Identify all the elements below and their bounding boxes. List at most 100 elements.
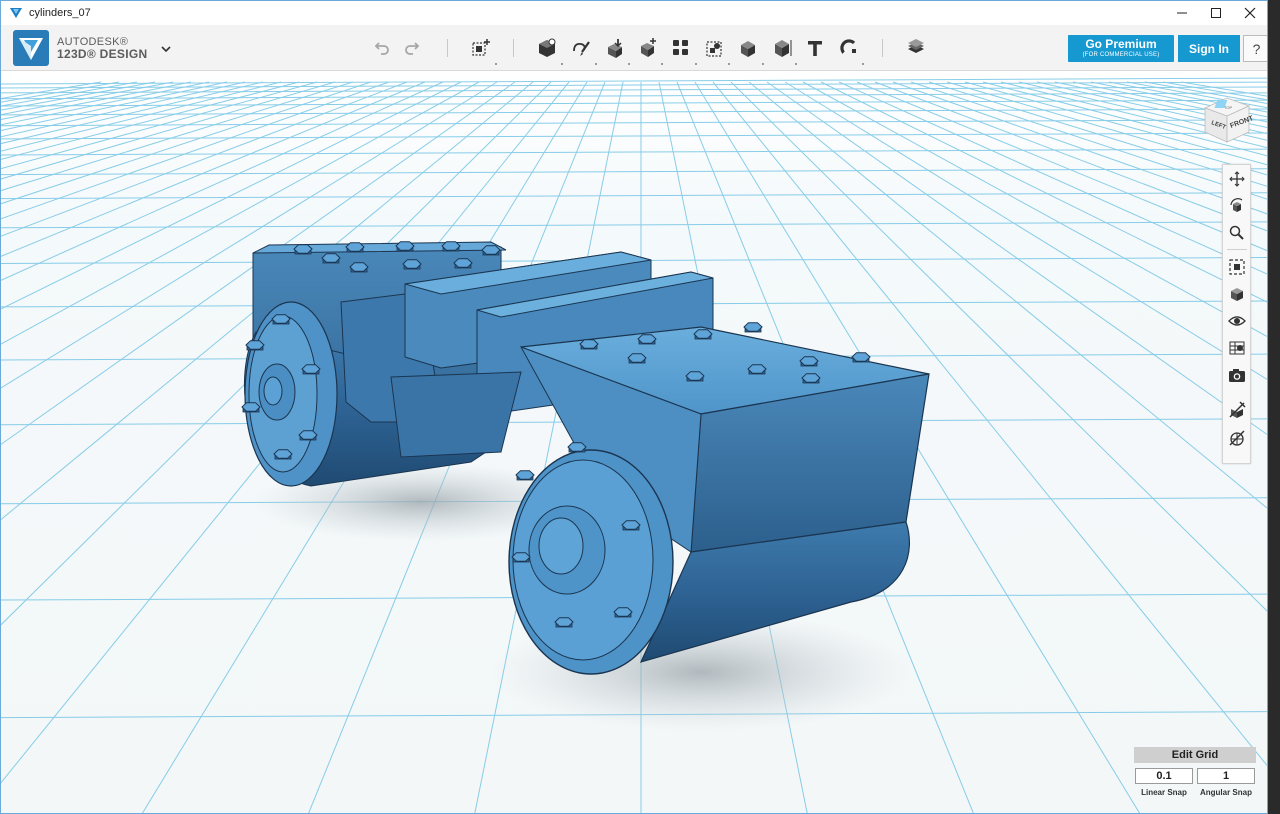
bolt-head — [321, 253, 341, 263]
side-panel-tab[interactable] — [1267, 398, 1268, 522]
dropdown-dot — [495, 63, 497, 65]
zoom-icon[interactable] — [1228, 224, 1246, 242]
dropdown-dot — [862, 63, 864, 65]
bolt-head — [579, 339, 599, 349]
bolt-head — [273, 449, 293, 459]
chevron-down-icon[interactable] — [159, 42, 173, 56]
grid-line — [1, 81, 174, 116]
linear-snap-label: Linear Snap — [1141, 788, 1187, 797]
navbar-separator — [1227, 249, 1247, 250]
undo-icon[interactable] — [370, 37, 392, 59]
grid-line — [946, 81, 1267, 176]
orbit-icon[interactable] — [1228, 197, 1246, 215]
dropdown-dot — [595, 63, 597, 65]
text-icon[interactable] — [804, 37, 826, 59]
materials-icon[interactable] — [905, 37, 927, 59]
grid-settings-panel: Edit Grid 0.1 1 Linear Snap Angular Snap — [1134, 747, 1256, 807]
linear-snap-input[interactable]: 0.1 — [1135, 768, 1193, 784]
bolt-head — [627, 353, 647, 363]
construct-icon[interactable] — [604, 37, 626, 59]
bolt-head — [693, 329, 713, 339]
viewcube-top-label[interactable]: TOP — [1224, 105, 1232, 110]
desktop-background — [1268, 0, 1280, 814]
help-button[interactable]: ? — [1243, 35, 1267, 62]
bolt-head — [301, 364, 321, 374]
pan-icon[interactable] — [1228, 170, 1246, 188]
dropdown-dot — [695, 63, 697, 65]
grid-line — [1, 119, 1267, 127]
bolt-head — [613, 607, 633, 617]
main-toolbar: AUTODESK® 123D® DESIGN Go Premium (FOR C… — [1, 25, 1267, 71]
visibility-icon[interactable] — [1228, 312, 1246, 330]
view-icon[interactable] — [1228, 285, 1246, 303]
close-icon[interactable] — [1233, 1, 1267, 25]
angular-snap-label: Angular Snap — [1199, 788, 1252, 797]
grid-line — [856, 81, 1267, 252]
bolt-head — [395, 241, 415, 251]
window-title: cylinders_07 — [29, 7, 91, 19]
modify-icon[interactable] — [637, 37, 659, 59]
bolt-head — [345, 242, 365, 252]
bolt-head — [402, 259, 422, 269]
grid-line — [874, 81, 1267, 232]
bolt-head — [747, 364, 767, 374]
snap-icon[interactable] — [838, 37, 860, 59]
app-logo-icon[interactable] — [13, 30, 49, 66]
angular-snap-input[interactable]: 1 — [1197, 768, 1255, 784]
grid-line — [1, 81, 210, 126]
bolt-head — [349, 262, 369, 272]
dropdown-dot — [728, 63, 730, 65]
grid-line — [1, 99, 1267, 107]
bolt-head — [293, 244, 313, 254]
grid-line — [1, 81, 264, 145]
combine-icon[interactable] — [737, 37, 759, 59]
bolt-head — [515, 470, 535, 480]
bolt-head — [271, 314, 291, 324]
view-cube[interactable]: LEFT FRONT TOP — [1197, 90, 1257, 150]
grid-line — [1162, 81, 1267, 101]
minimize-icon[interactable] — [1165, 1, 1199, 25]
edit-grid-button[interactable]: Edit Grid — [1134, 747, 1256, 763]
toolbar-separator — [882, 39, 883, 57]
grid-line — [1, 168, 1267, 176]
pattern-icon[interactable] — [670, 37, 692, 59]
materials-view-icon[interactable] — [1228, 339, 1246, 357]
navigation-bar — [1222, 164, 1251, 464]
bolt-head — [441, 241, 461, 251]
toolbar-separator — [447, 39, 448, 57]
transform-icon[interactable] — [470, 37, 492, 59]
3d-viewport[interactable]: LEFT FRONT TOP Edit Grid 0.1 1 Linear Sn… — [1, 72, 1268, 814]
grid-line — [1, 81, 120, 103]
sketch-icon[interactable] — [570, 37, 592, 59]
grid-line — [1, 221, 1267, 229]
bolt-head — [799, 356, 819, 366]
fit-icon[interactable] — [1228, 258, 1246, 276]
brand-line2: 123D® DESIGN — [57, 47, 148, 61]
bolt-head — [298, 430, 318, 440]
bolt-head — [511, 552, 531, 562]
go-premium-label: Go Premium — [1085, 37, 1157, 51]
hide-sketch-icon[interactable] — [1228, 401, 1246, 419]
3d-scene[interactable] — [1, 72, 1268, 814]
hide-mesh-icon[interactable] — [1228, 429, 1246, 447]
bolt-head — [453, 258, 473, 268]
go-premium-button[interactable]: Go Premium (FOR COMMERCIAL USE) — [1068, 35, 1174, 62]
dropdown-dot — [628, 63, 630, 65]
app-window: cylinders_07 AUTODESK® 123D® DESIGN Go P… — [0, 0, 1268, 814]
maximize-icon[interactable] — [1199, 1, 1233, 25]
bolt-head — [851, 352, 871, 362]
bolt-head — [637, 334, 657, 344]
app-logo-icon — [10, 8, 22, 18]
group-icon[interactable] — [704, 37, 726, 59]
sign-in-button[interactable]: Sign In — [1178, 35, 1240, 62]
measure-icon[interactable] — [771, 37, 793, 59]
grid-line — [1, 81, 228, 131]
go-premium-sublabel: (FOR COMMERCIAL USE) — [1082, 52, 1160, 58]
redo-icon[interactable] — [402, 37, 424, 59]
primitives-icon[interactable] — [536, 37, 558, 59]
screenshot-icon[interactable] — [1228, 366, 1246, 384]
bolt-head — [241, 402, 261, 412]
dropdown-dot — [561, 63, 563, 65]
dropdown-dot — [661, 63, 663, 65]
bolt-head — [621, 520, 641, 530]
